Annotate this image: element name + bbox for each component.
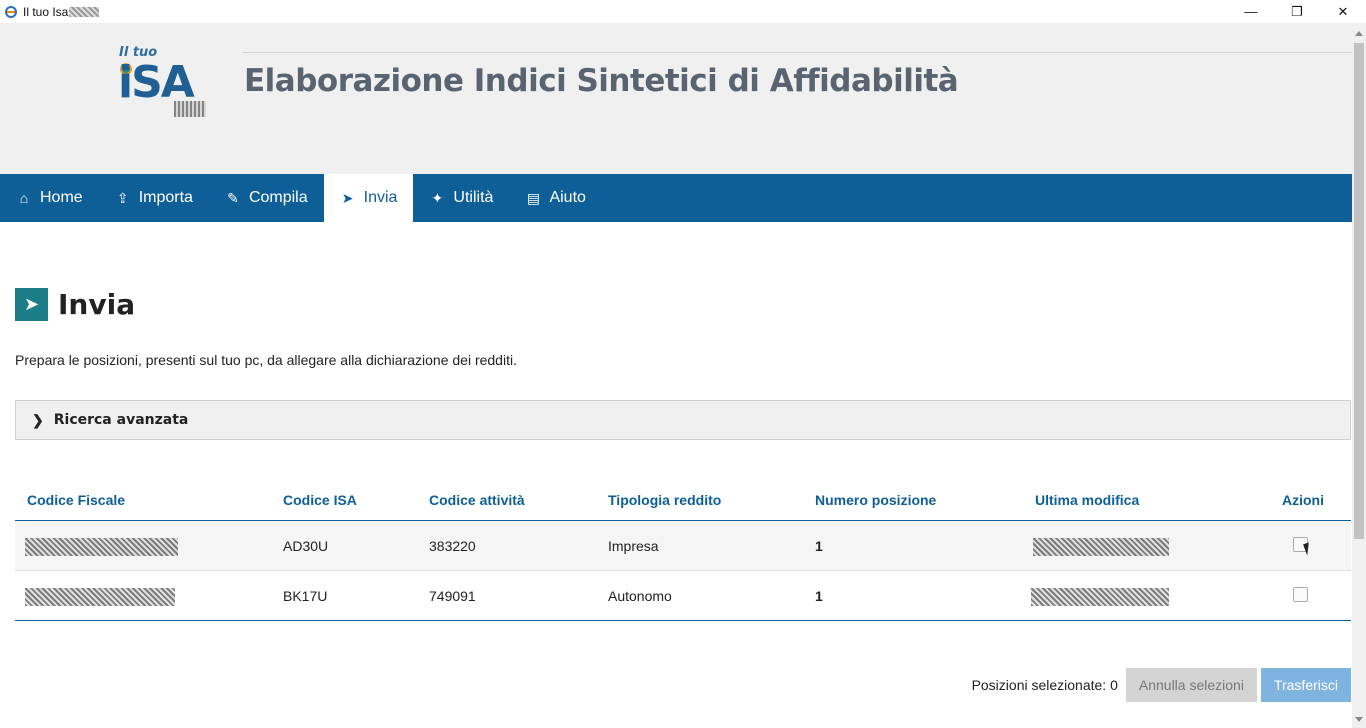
page-heading: ➤ Invia [15, 288, 135, 321]
minimize-button[interactable]: — [1228, 0, 1274, 23]
nav-item-label: Invia [363, 189, 398, 206]
nav-item-invia[interactable]: ➤ Invia [323, 174, 414, 222]
footer-actions: Posizioni selezionate: 0 Annulla selezio… [972, 668, 1351, 702]
nav-item-label: Aiuto [549, 189, 586, 206]
page-description: Prepara le posizioni, presenti sul tuo p… [15, 352, 517, 368]
window-title: Il tuo Isa [23, 4, 69, 19]
nav-item-label: Importa [138, 189, 193, 206]
send-icon: ➤ [341, 189, 354, 206]
ultima-modifica-redacted [1033, 538, 1169, 556]
vertical-scrollbar[interactable] [1352, 23, 1366, 728]
col-numero-posizione[interactable]: Numero posizione [815, 492, 936, 508]
col-codice-attivita[interactable]: Codice attività [429, 492, 525, 508]
isa-logo: Il tuo iSA [116, 45, 208, 119]
codice-fiscale-redacted [25, 588, 175, 606]
row-select-checkbox[interactable] [1293, 587, 1308, 602]
tipologia-cell: Autonomo [608, 588, 672, 604]
send-icon: ➤ [15, 288, 48, 321]
col-codice-isa[interactable]: Codice ISA [283, 492, 357, 508]
trasferisci-button[interactable]: Trasferisci [1260, 668, 1351, 702]
scroll-up-icon[interactable] [1355, 31, 1363, 36]
nav-item-utilita[interactable]: ✦ Utilità [413, 174, 509, 222]
numero-posizione-cell: 1 [815, 538, 823, 554]
col-ultima-modifica[interactable]: Ultima modifica [1035, 492, 1139, 508]
upload-icon: ⇪ [116, 189, 129, 206]
scroll-thumb[interactable] [1354, 43, 1364, 539]
app-title: Elaborazione Indici Sintetici di Affidab… [244, 63, 959, 99]
maximize-button[interactable]: ❐ [1274, 0, 1320, 23]
col-codice-fiscale[interactable]: Codice Fiscale [27, 492, 125, 508]
nav-item-label: Compila [248, 189, 308, 206]
tipologia-cell: Impresa [608, 538, 659, 554]
logo-redacted-stamp [174, 101, 206, 117]
close-button[interactable]: ✕ [1320, 0, 1366, 23]
codice-isa-cell: BK17U [283, 588, 328, 604]
nav-item-aiuto[interactable]: ▤ Aiuto [509, 174, 601, 222]
table-row[interactable]: AD30U 383220 Impresa 1 [15, 521, 1351, 571]
window-controls: — ❐ ✕ [1228, 0, 1366, 23]
nav-item-home[interactable]: ⌂ Home [0, 174, 99, 222]
app-icon [4, 5, 18, 19]
redacted-title-suffix [69, 6, 100, 17]
codice-isa-cell: AD30U [283, 538, 329, 554]
home-icon: ⌂ [19, 190, 29, 206]
app-header: Il tuo iSA Elaborazione Indici Sintetici… [0, 23, 1352, 174]
window-titlebar: Il tuo Isa — ❐ ✕ [0, 0, 1366, 23]
nav-item-importa[interactable]: ⇪ Importa [99, 174, 209, 222]
numero-posizione-cell: 1 [815, 588, 823, 604]
codice-attivita-cell: 383220 [429, 538, 476, 554]
scroll-down-icon[interactable] [1355, 717, 1363, 722]
ricerca-avanzata-label: Ricerca avanzata [53, 412, 189, 428]
mouse-cursor-icon [1303, 542, 1313, 556]
table-row[interactable]: BK17U 749091 Autonomo 1 [15, 571, 1351, 621]
ultima-modifica-redacted [1031, 588, 1169, 606]
nav-item-label: Utilità [453, 189, 494, 206]
table-header: Codice Fiscale Codice ISA Codice attivit… [15, 480, 1351, 521]
book-icon: ▤ [526, 189, 541, 206]
codice-attivita-cell: 749091 [429, 588, 476, 604]
codice-fiscale-redacted [25, 538, 178, 556]
ricerca-avanzata-toggle[interactable]: ❯ Ricerca avanzata [15, 400, 1351, 440]
pencil-icon: ✎ [227, 189, 239, 206]
header-divider [243, 52, 1352, 53]
nav-item-label: Home [40, 189, 83, 206]
main-nav: ⌂ Home ⇪ Importa ✎ Compila ➤ Invia ✦ Uti… [0, 174, 1352, 222]
page-title: Invia [58, 288, 136, 321]
positions-table: Codice Fiscale Codice ISA Codice attivit… [15, 480, 1351, 621]
col-tipologia-reddito[interactable]: Tipologia reddito [608, 492, 721, 508]
nav-item-compila[interactable]: ✎ Compila [209, 174, 324, 222]
annulla-selezioni-button[interactable]: Annulla selezioni [1125, 668, 1257, 702]
col-azioni: Azioni [1282, 492, 1324, 508]
selected-count: Posizioni selezionate: 0 [971, 677, 1118, 693]
chevron-right-icon: ❯ [32, 411, 44, 428]
wrench-icon: ✦ [431, 189, 444, 206]
